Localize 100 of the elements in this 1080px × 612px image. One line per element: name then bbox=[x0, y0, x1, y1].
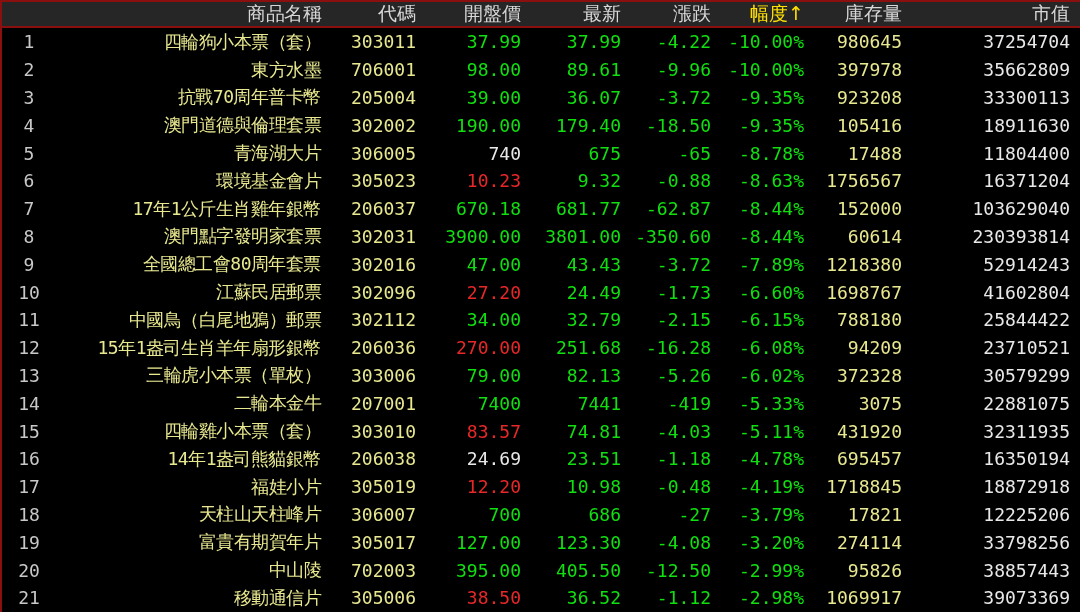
product-name: 青海湖大片 bbox=[232, 141, 323, 166]
latest-price: 24.49 bbox=[565, 280, 622, 305]
product-code: 302016 bbox=[349, 252, 417, 277]
open-price: 740 bbox=[487, 141, 522, 166]
open-price: 190.00 bbox=[454, 113, 522, 138]
latest-price: 82.13 bbox=[565, 363, 622, 388]
row-number: 16 bbox=[17, 447, 41, 472]
market-value: 30579299 bbox=[982, 363, 1071, 388]
row-number: 13 bbox=[17, 363, 41, 388]
column-header[interactable]: 代碼 bbox=[325, 0, 420, 28]
stock-quantity: 397978 bbox=[835, 58, 903, 83]
price-change: -2.15 bbox=[655, 308, 712, 333]
stock-quantity: 1718845 bbox=[825, 475, 903, 500]
stock-quantity: 788180 bbox=[835, 308, 903, 333]
stock-quantity: 1756567 bbox=[825, 169, 903, 194]
market-value: 18911630 bbox=[982, 113, 1071, 138]
product-code: 706001 bbox=[349, 58, 417, 83]
row-number: 11 bbox=[17, 308, 41, 333]
product-code: 305019 bbox=[349, 475, 417, 500]
open-price: 127.00 bbox=[454, 530, 522, 555]
latest-price: 43.43 bbox=[565, 252, 622, 277]
product-name: 天柱山天柱峰片 bbox=[197, 502, 323, 527]
stock-quantity: 1069917 bbox=[825, 586, 903, 611]
latest-price: 9.32 bbox=[576, 169, 622, 194]
latest-price: 405.50 bbox=[554, 558, 622, 583]
column-header[interactable]: 市值 bbox=[906, 0, 1080, 28]
product-name: 17年1公斤生肖雞年銀幣 bbox=[131, 196, 322, 221]
price-change: -1.73 bbox=[655, 280, 712, 305]
stock-quantity: 95826 bbox=[846, 558, 903, 583]
product-code: 303006 bbox=[349, 363, 417, 388]
product-name: 澳門道德與倫理套票 bbox=[162, 113, 323, 138]
open-price: 83.57 bbox=[465, 419, 522, 444]
latest-price: 89.61 bbox=[565, 58, 622, 83]
price-change: -0.88 bbox=[655, 169, 712, 194]
product-code: 302096 bbox=[349, 280, 417, 305]
product-name: 環境基金會片 bbox=[215, 168, 323, 193]
stock-quantity: 94209 bbox=[846, 336, 903, 361]
product-name: 移動通信片 bbox=[232, 585, 323, 610]
row-number: 15 bbox=[17, 419, 41, 444]
product-code: 205004 bbox=[349, 86, 417, 110]
product-name: 富貴有期賀年片 bbox=[197, 530, 323, 555]
row-number: 4 bbox=[22, 113, 36, 138]
market-value: 37254704 bbox=[982, 30, 1071, 55]
change-percent: -7.89% bbox=[737, 252, 805, 277]
product-code: 206036 bbox=[349, 336, 417, 361]
column-header[interactable]: 商品名稱 bbox=[60, 0, 325, 28]
market-value: 38857443 bbox=[982, 558, 1071, 583]
product-name: 東方水墨 bbox=[250, 57, 322, 82]
change-percent: -8.44% bbox=[737, 197, 805, 222]
product-name: 福娃小片 bbox=[250, 474, 323, 499]
product-name: 全國總工會80周年套票 bbox=[141, 252, 322, 277]
latest-price: 3801.00 bbox=[544, 224, 622, 249]
latest-price: 681.77 bbox=[554, 197, 622, 222]
price-change: -4.08 bbox=[655, 530, 712, 555]
price-change: -16.28 bbox=[644, 336, 712, 361]
price-change: -27 bbox=[677, 502, 712, 527]
open-price: 79.00 bbox=[465, 363, 522, 388]
product-name: 四輪雞小本票（套） bbox=[162, 419, 322, 444]
row-number: 21 bbox=[17, 586, 41, 611]
change-percent: -2.98% bbox=[737, 586, 805, 611]
price-change: -5.26 bbox=[655, 363, 712, 388]
header-corner bbox=[2, 0, 60, 28]
change-percent: -3.79% bbox=[737, 502, 805, 527]
column-header[interactable]: 庫存量 bbox=[808, 0, 906, 28]
stock-quantity: 695457 bbox=[835, 447, 903, 472]
change-percent: -5.11% bbox=[737, 419, 805, 444]
stock-quantity: 1698767 bbox=[825, 280, 903, 305]
stock-quantity: 60614 bbox=[846, 224, 903, 249]
row-number: 7 bbox=[22, 197, 36, 222]
column-header[interactable]: 最新 bbox=[525, 0, 625, 28]
market-value: 230393814 bbox=[971, 224, 1071, 249]
latest-price: 10.98 bbox=[565, 475, 622, 500]
row-number: 5 bbox=[22, 141, 36, 166]
product-code: 206037 bbox=[349, 197, 417, 222]
stock-quantity: 980645 bbox=[835, 30, 903, 55]
price-change: -3.72 bbox=[655, 252, 712, 277]
product-name: 中國鳥（白尾地鴉）郵票 bbox=[127, 307, 323, 332]
open-price: 47.00 bbox=[465, 252, 522, 277]
change-percent: -8.44% bbox=[737, 224, 805, 249]
price-change: -4.03 bbox=[655, 419, 712, 444]
latest-price: 23.51 bbox=[565, 447, 622, 472]
open-price: 395.00 bbox=[454, 558, 522, 583]
column-header[interactable]: 開盤價 bbox=[420, 0, 525, 28]
market-value: 11804400 bbox=[982, 141, 1071, 166]
change-percent: -6.08% bbox=[737, 336, 805, 361]
column-header[interactable]: 漲跌 bbox=[625, 0, 715, 28]
open-price: 37.99 bbox=[465, 30, 522, 55]
stock-quantity: 105416 bbox=[835, 113, 903, 138]
latest-price: 251.68 bbox=[554, 336, 622, 361]
stock-quantity: 923208 bbox=[835, 86, 903, 110]
latest-price: 179.40 bbox=[554, 113, 622, 138]
change-percent: -10.00% bbox=[727, 30, 805, 55]
column-header[interactable]: 幅度↑ bbox=[715, 0, 808, 28]
latest-price: 686 bbox=[587, 502, 622, 527]
market-value: 33300113 bbox=[982, 86, 1071, 110]
price-change: -1.18 bbox=[655, 447, 712, 472]
product-code: 206038 bbox=[349, 447, 417, 472]
row-number: 9 bbox=[22, 252, 36, 277]
latest-price: 36.52 bbox=[565, 586, 622, 611]
open-price: 670.18 bbox=[454, 197, 522, 222]
